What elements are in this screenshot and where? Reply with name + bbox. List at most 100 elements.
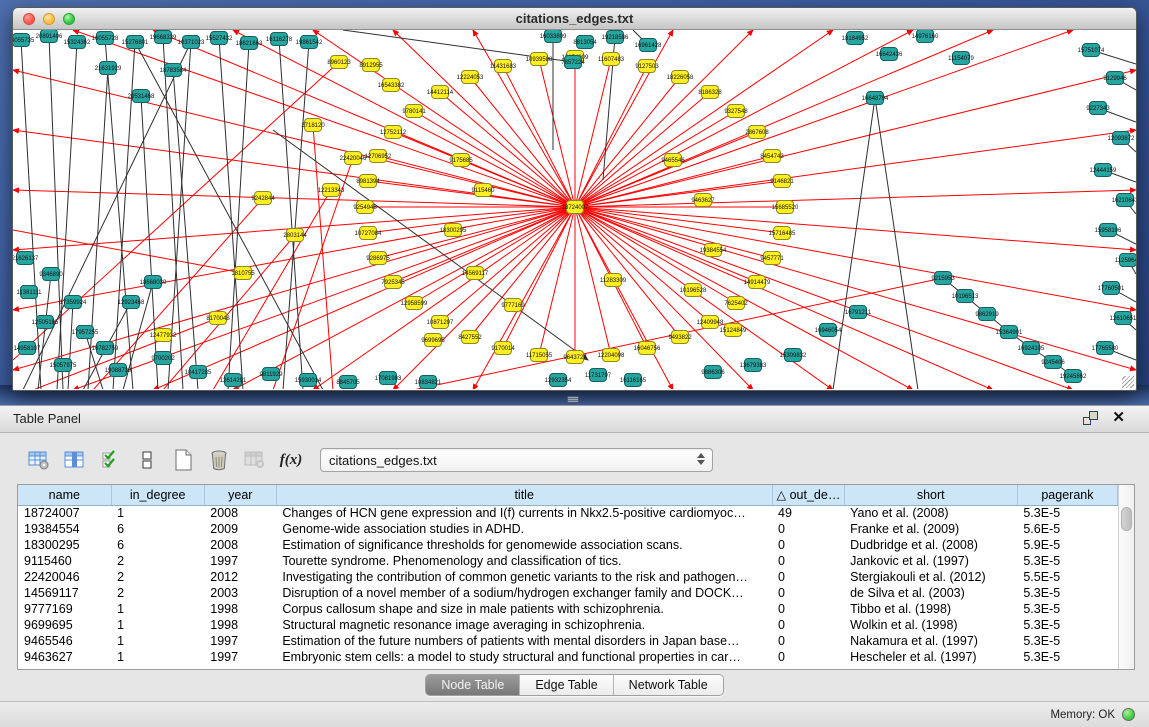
network-node[interactable]: 9700202 bbox=[151, 352, 175, 365]
network-node[interactable]: 15930014 bbox=[295, 374, 322, 387]
network-node[interactable]: 9286975 bbox=[366, 252, 390, 265]
network-node[interactable]: 20891406 bbox=[36, 30, 63, 43]
network-node[interactable]: 14958107 bbox=[14, 342, 41, 355]
network-node[interactable]: 15324362 bbox=[64, 36, 91, 49]
network-node[interactable]: 16116278 bbox=[266, 33, 293, 46]
network-node[interactable]: 15364901 bbox=[996, 326, 1023, 339]
network-node[interactable]: 15057975 bbox=[50, 359, 77, 372]
network-node[interactable]: 8912955 bbox=[359, 59, 383, 72]
network-node[interactable]: 18621663 bbox=[236, 37, 263, 50]
network-node[interactable]: 15685520 bbox=[772, 201, 799, 214]
zoom-window-button[interactable] bbox=[63, 13, 75, 25]
network-node[interactable]: 19218586 bbox=[602, 31, 629, 44]
table-row[interactable]: 911546021997Tourette syndrome. Phenomeno… bbox=[18, 553, 1118, 569]
network-node[interactable]: 12444159 bbox=[1090, 164, 1117, 177]
network-node[interactable]: 10417285 bbox=[185, 366, 212, 379]
citation-edge-red[interactable] bbox=[73, 30, 575, 207]
network-node[interactable]: 13679383 bbox=[740, 359, 767, 372]
network-node[interactable]: 16116165 bbox=[620, 374, 647, 387]
row-height-button[interactable] bbox=[134, 447, 160, 473]
network-node[interactable]: 8170048 bbox=[206, 312, 230, 325]
citation-network-graph[interactable]: 1872400715685520914682184547432867608932… bbox=[13, 30, 1136, 389]
network-node[interactable]: 15124849 bbox=[720, 324, 747, 337]
network-node[interactable]: 9146821 bbox=[770, 175, 794, 188]
network-node[interactable]: 11154079 bbox=[948, 52, 974, 65]
network-node[interactable]: 9170014 bbox=[491, 342, 515, 355]
citation-edge-black[interactable] bbox=[88, 68, 108, 389]
network-node[interactable]: 15276801 bbox=[122, 36, 149, 49]
column-header-4[interactable]: △ out_de… bbox=[772, 485, 844, 505]
citation-edge-red[interactable] bbox=[575, 130, 1136, 207]
network-node[interactable]: 19088739 bbox=[105, 364, 132, 377]
network-node[interactable]: 11715055 bbox=[526, 349, 553, 362]
network-node[interactable]: 9227343 bbox=[1086, 102, 1110, 115]
network-node[interactable]: 10871297 bbox=[427, 316, 454, 329]
network-node[interactable]: 16961428 bbox=[635, 39, 662, 52]
network-node[interactable]: 9242844 bbox=[251, 192, 275, 205]
network-node[interactable]: 12610651 bbox=[1110, 312, 1136, 325]
citation-edge-red[interactable] bbox=[313, 125, 333, 389]
network-node[interactable]: 12224053 bbox=[457, 71, 484, 84]
table-settings-button[interactable] bbox=[26, 447, 52, 473]
network-node[interactable]: 16033809 bbox=[540, 30, 567, 43]
table-row[interactable]: 946554611997Estimation of the future num… bbox=[18, 633, 1118, 649]
network-node[interactable]: 8427552 bbox=[458, 331, 482, 344]
network-node[interactable]: 16924105 bbox=[1018, 342, 1045, 355]
network-node[interactable]: 12706952 bbox=[365, 150, 392, 163]
network-node[interactable]: 21631929 bbox=[95, 62, 122, 75]
citation-edge-black[interactable] bbox=[57, 42, 77, 389]
citation-edge-red[interactable] bbox=[13, 230, 243, 273]
network-node[interactable]: 2867608 bbox=[745, 126, 769, 139]
citation-edge-red[interactable] bbox=[575, 70, 1136, 207]
table-row[interactable]: 946362711997Embryonic stem cells: a mode… bbox=[18, 649, 1118, 665]
network-node[interactable]: 10727084 bbox=[355, 227, 382, 240]
table-row[interactable]: 1938455462009Genome-wide association stu… bbox=[18, 521, 1118, 537]
network-node[interactable]: 9127503 bbox=[635, 60, 659, 73]
column-header-3[interactable]: title bbox=[276, 485, 772, 505]
citation-edge-black[interactable] bbox=[833, 98, 875, 389]
citation-edge-red[interactable] bbox=[575, 30, 1073, 207]
network-node[interactable]: 10834821 bbox=[415, 376, 442, 389]
network-node[interactable]: 17760501 bbox=[1098, 282, 1125, 295]
table-row[interactable]: 1456911722003Disruption of a novel membe… bbox=[18, 585, 1118, 601]
network-node[interactable]: 9465546 bbox=[661, 154, 685, 167]
network-node[interactable]: 11431683 bbox=[490, 60, 517, 73]
tab-network-table[interactable]: Network Table bbox=[614, 675, 723, 695]
network-node[interactable]: 18668039 bbox=[140, 276, 167, 289]
float-panel-icon[interactable] bbox=[1083, 411, 1098, 425]
table-row[interactable]: 1872400712008Changes of HCN gene express… bbox=[18, 505, 1118, 521]
network-node[interactable]: 12932354 bbox=[545, 374, 572, 387]
network-node[interactable]: 9115460 bbox=[472, 184, 496, 197]
table-row[interactable]: 969969511998Structural magnetic resonanc… bbox=[18, 617, 1118, 633]
network-node[interactable]: 11283309 bbox=[600, 274, 627, 287]
network-node[interactable]: 7925345 bbox=[381, 276, 405, 289]
network-node[interactable]: 1810755 bbox=[231, 267, 255, 280]
table-row[interactable]: 2242004622012Investigating the contribut… bbox=[18, 569, 1118, 585]
network-node[interactable]: 17765580 bbox=[1092, 342, 1119, 355]
citation-edge-red[interactable] bbox=[575, 207, 1073, 389]
tab-edge-table[interactable]: Edge Table bbox=[520, 675, 613, 695]
citation-edge-black[interactable] bbox=[875, 98, 918, 389]
network-node[interactable]: 19245862 bbox=[1060, 370, 1087, 383]
network-node[interactable]: 16642436 bbox=[876, 48, 903, 61]
network-node[interactable]: 17957255 bbox=[72, 326, 99, 339]
network-node[interactable]: 18300295 bbox=[440, 224, 467, 237]
network-node[interactable]: 11607483 bbox=[598, 53, 625, 66]
network-node[interactable]: 9457771 bbox=[760, 252, 784, 265]
network-node[interactable]: 11731797 bbox=[585, 369, 612, 382]
network-node[interactable]: 15751074 bbox=[1078, 44, 1105, 57]
close-window-button[interactable] bbox=[23, 13, 35, 25]
network-node[interactable]: 2718120 bbox=[301, 119, 325, 132]
citation-edge-black[interactable] bbox=[21, 40, 41, 389]
network-node[interactable]: 18783584 bbox=[160, 64, 187, 77]
minimize-window-button[interactable] bbox=[43, 13, 55, 25]
network-node[interactable]: 8454743 bbox=[760, 150, 784, 163]
network-node[interactable]: 8981394 bbox=[356, 175, 380, 188]
network-node[interactable]: 8813054 bbox=[573, 36, 597, 49]
citation-edge-red[interactable] bbox=[575, 190, 1136, 207]
network-node[interactable]: 19668339 bbox=[150, 31, 177, 44]
table-selector-dropdown[interactable]: citations_edges.txt bbox=[320, 448, 713, 472]
table-scrollbar-thumb[interactable] bbox=[1121, 507, 1132, 531]
network-node[interactable]: 15527432 bbox=[206, 32, 233, 45]
network-node[interactable]: 16648794 bbox=[862, 92, 889, 105]
